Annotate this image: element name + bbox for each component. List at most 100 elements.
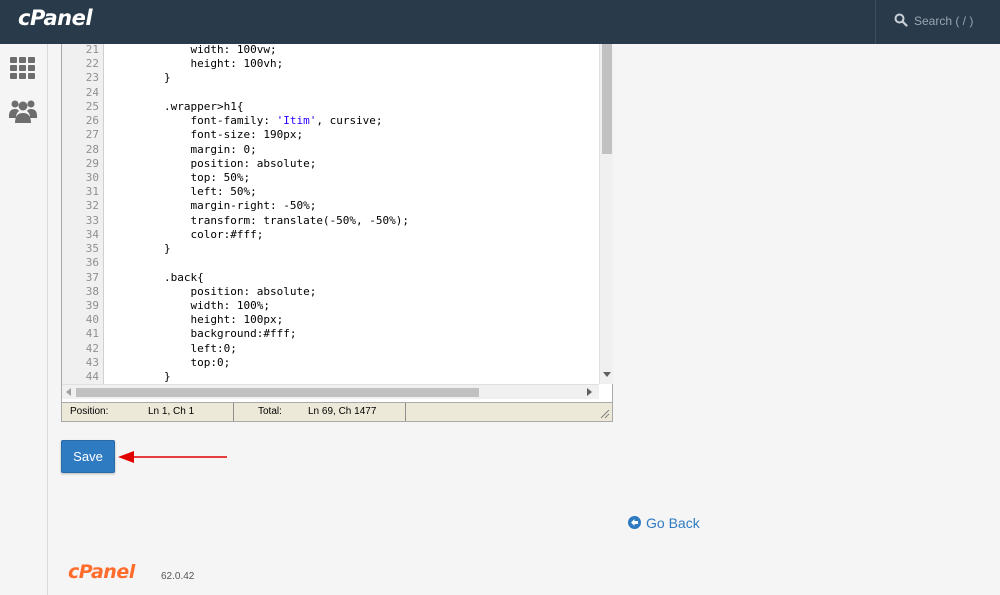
code-line[interactable]: 37 .back{ <box>62 271 599 285</box>
code-line[interactable]: 27 font-size: 190px; <box>62 128 599 142</box>
code-text: height: 100vh; <box>190 57 284 71</box>
line-number: 33 <box>85 213 99 227</box>
code-line[interactable]: 42 left:0; <box>62 342 599 356</box>
code-line[interactable]: 25 .wrapper>h1{ <box>62 100 599 114</box>
code-text: top: 50%; <box>190 170 251 184</box>
line-number: 27 <box>85 128 99 142</box>
code-text: } <box>163 242 171 256</box>
line-number: 21 <box>85 43 99 56</box>
code-text: font-family: 'Itim', cursive; <box>190 114 383 128</box>
code-text: height: 100px; <box>190 313 284 327</box>
code-text: background:#fff; <box>190 327 297 341</box>
red-arrow-pointer <box>118 451 227 463</box>
line-number: 34 <box>85 227 99 241</box>
code-line[interactable]: 28 margin: 0; <box>62 143 599 157</box>
sidebar <box>0 44 48 595</box>
line-number: 37 <box>85 270 99 284</box>
code-text: left:0; <box>190 341 237 355</box>
code-line[interactable]: 32 margin-right: -50%; <box>62 199 599 213</box>
code-line[interactable]: 38 position: absolute; <box>62 285 599 299</box>
code-text: } <box>163 71 171 85</box>
line-number: 38 <box>85 284 99 298</box>
scroll-down-arrow-icon[interactable] <box>603 372 611 377</box>
code-text: left: 50%; <box>190 185 257 199</box>
code-line[interactable]: 33 transform: translate(-50%, -50%); <box>62 214 599 228</box>
search-box[interactable] <box>875 0 1000 44</box>
line-number: 35 <box>85 242 99 256</box>
code-text: } <box>163 370 171 384</box>
resize-grip-icon[interactable] <box>600 409 610 419</box>
line-number: 39 <box>85 298 99 312</box>
scroll-left-arrow-icon[interactable] <box>66 388 71 396</box>
code-line[interactable]: 35 } <box>62 242 599 256</box>
line-number: 43 <box>85 355 99 369</box>
code-line[interactable]: 24 <box>62 86 599 100</box>
code-line[interactable]: 40 height: 100px; <box>62 313 599 327</box>
code-line[interactable]: 26 font-family: 'Itim', cursive; <box>62 114 599 128</box>
code-editor[interactable]: 21 width: 100vw; 22 height: 100vh; 23 } 24 2… <box>61 43 613 422</box>
code-line[interactable]: 30 top: 50%; <box>62 171 599 185</box>
vertical-scroll-thumb[interactable] <box>602 44 612 154</box>
code-string-literal: 'Itim' <box>276 114 317 128</box>
code-text: color:#fff; <box>190 227 264 241</box>
top-navbar: cPanel <box>0 0 1000 44</box>
line-number: 41 <box>85 327 99 341</box>
cpanel-logo[interactable]: cPanel <box>18 6 93 30</box>
line-number: 22 <box>85 57 99 71</box>
line-number: 26 <box>85 114 99 128</box>
code-line[interactable]: 39 width: 100%; <box>62 299 599 313</box>
footer-cpanel-logo: cPanel <box>68 561 135 583</box>
code-text: position: absolute; <box>190 156 317 170</box>
line-number: 31 <box>85 185 99 199</box>
code-line[interactable]: 21 width: 100vw; <box>62 43 599 57</box>
line-number: 29 <box>85 156 99 170</box>
code-text: font-size: 190px; <box>190 128 304 142</box>
users-icon[interactable] <box>8 96 38 126</box>
code-text: width: 100vw; <box>190 43 277 56</box>
line-number: 32 <box>85 199 99 213</box>
line-number: 25 <box>85 99 99 113</box>
code-line[interactable]: 41 background:#fff; <box>62 327 599 341</box>
code-text: top:0; <box>190 355 231 369</box>
code-line[interactable]: 43 top:0; <box>62 356 599 370</box>
search-input[interactable] <box>914 12 994 30</box>
scroll-right-arrow-icon[interactable] <box>587 388 592 396</box>
apps-grid-icon[interactable] <box>8 54 38 84</box>
line-number: 36 <box>85 256 99 270</box>
position-value: Ln 1, Ch 1 <box>148 406 195 417</box>
total-label: Total: <box>258 406 282 417</box>
code-line[interactable]: 29 position: absolute; <box>62 157 599 171</box>
save-button[interactable]: Save <box>61 440 115 473</box>
code-text: width: 100%; <box>190 298 270 312</box>
code-line[interactable]: 44 } <box>62 370 599 384</box>
code-text: .back{ <box>163 270 204 284</box>
code-line[interactable]: 22 height: 100vh; <box>62 57 599 71</box>
horizontal-scrollbar[interactable] <box>62 384 599 399</box>
editor-status-bar: Position: Ln 1, Ch 1 Total: Ln 69, Ch 14… <box>62 402 612 421</box>
code-line[interactable]: 36 <box>62 256 599 270</box>
line-number: 24 <box>85 85 99 99</box>
arrow-left-circle-icon <box>628 516 641 529</box>
search-icon <box>894 13 908 27</box>
go-back-label: Go Back <box>646 515 700 531</box>
status-divider <box>233 403 234 421</box>
code-line[interactable]: 31 left: 50%; <box>62 185 599 199</box>
code-line[interactable]: 34 color:#fff; <box>62 228 599 242</box>
line-number: 23 <box>85 71 99 85</box>
code-text: .wrapper>h1{ <box>163 99 244 113</box>
total-value: Ln 69, Ch 1477 <box>308 406 377 417</box>
line-number: 42 <box>85 341 99 355</box>
line-number: 28 <box>85 142 99 156</box>
line-number: 30 <box>85 170 99 184</box>
code-area[interactable]: 21 width: 100vw; 22 height: 100vh; 23 } 24 2… <box>62 43 599 384</box>
position-label: Position: <box>70 406 109 417</box>
line-number: 40 <box>85 313 99 327</box>
line-number: 44 <box>85 370 99 384</box>
vertical-scrollbar[interactable] <box>599 44 613 384</box>
code-text: position: absolute; <box>190 284 317 298</box>
code-line[interactable]: 23 } <box>62 71 599 85</box>
horizontal-scroll-thumb[interactable] <box>76 388 479 397</box>
version-number: 62.0.42 <box>161 571 195 582</box>
status-divider <box>405 403 406 421</box>
code-text: margin-right: -50%; <box>190 199 317 213</box>
